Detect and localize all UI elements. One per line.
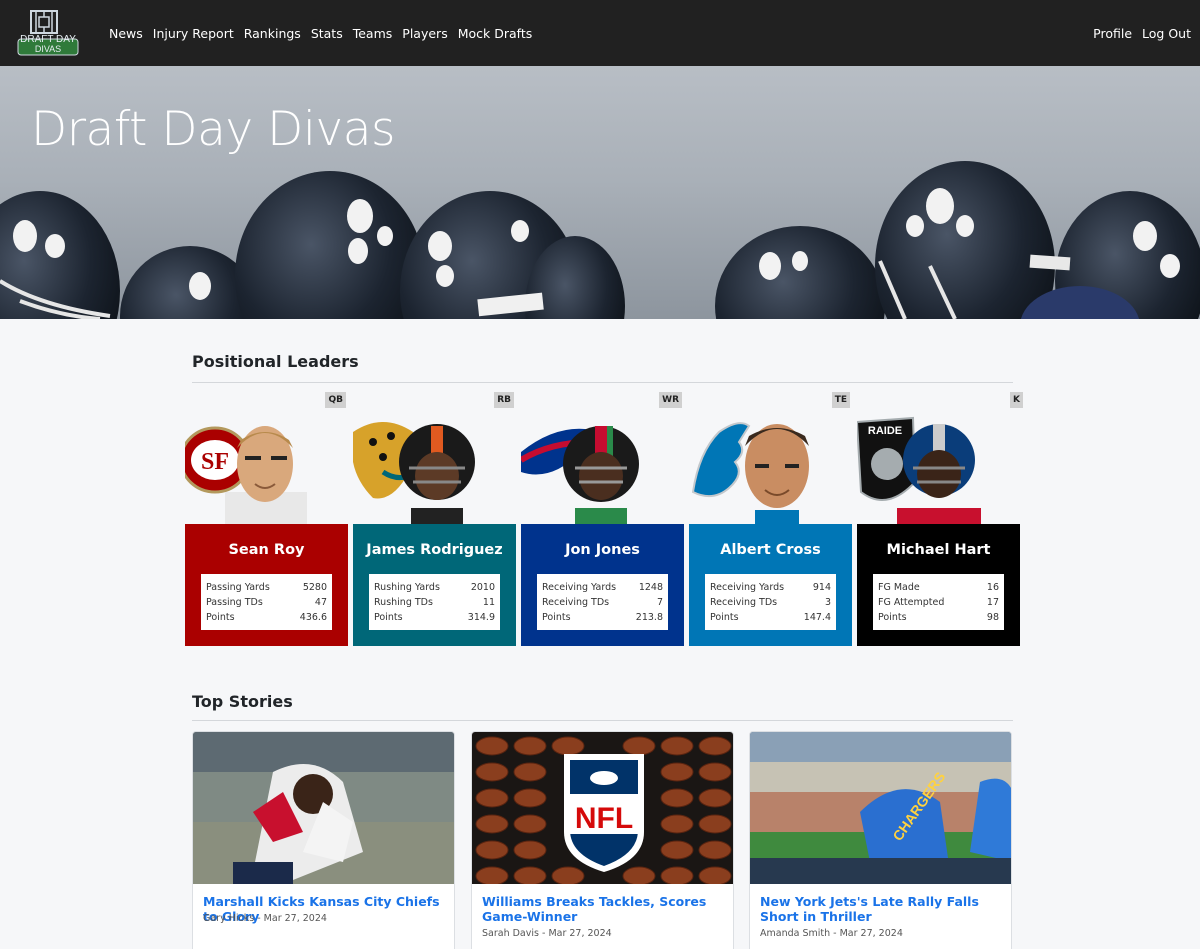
leader-stat-card: Michael Hart FG Made 16 FG Attempted 17 Po… bbox=[857, 524, 1020, 646]
hero-title: Draft Day Divas bbox=[31, 102, 396, 157]
stat-row: Passing TDs 47 bbox=[206, 597, 327, 608]
stat-row: Points 314.9 bbox=[374, 612, 495, 623]
player-name: Jon Jones bbox=[565, 542, 640, 558]
stat-row: Points 436.6 bbox=[206, 612, 327, 623]
section-divider bbox=[192, 382, 1013, 383]
story-title[interactable]: New York Jets's Late Rally Falls Short i… bbox=[760, 894, 1003, 924]
stat-row: Receiving TDs 7 bbox=[542, 597, 663, 608]
stat-table: FG Made 16 FG Attempted 17 Points 98 bbox=[873, 574, 1004, 630]
nav-link-players[interactable]: Players bbox=[402, 26, 447, 41]
stat-row: Rushing Yards 2010 bbox=[374, 582, 495, 593]
position-badge: WR bbox=[659, 392, 682, 408]
stat-row: Points 98 bbox=[878, 612, 999, 623]
nav-link-teams[interactable]: Teams bbox=[353, 26, 393, 41]
svg-text:RAIDE: RAIDE bbox=[868, 425, 902, 437]
positional-leaders-heading: Positional Leaders bbox=[192, 352, 359, 371]
logout-link[interactable]: Log Out bbox=[1142, 26, 1191, 41]
leader-card-qb[interactable]: QB SF Sean Roy Passing Yards 5280 Passing… bbox=[185, 392, 348, 646]
leader-card-te[interactable]: TE Albert Cross Receiving Yards 914 Recei… bbox=[689, 392, 852, 646]
stat-row: Points 147.4 bbox=[710, 612, 831, 623]
story-image-stadium: CHARGERS bbox=[750, 732, 1011, 884]
primary-nav: News Injury Report Rankings Stats Teams … bbox=[109, 0, 532, 66]
stat-table: Receiving Yards 914 Receiving TDs 3 Points… bbox=[705, 574, 836, 630]
nav-link-injury-report[interactable]: Injury Report bbox=[153, 26, 234, 41]
story-image-nfl-shield: NFL bbox=[472, 732, 733, 884]
story-card[interactable]: Marshall Kicks Kansas City Chiefs to Glo… bbox=[192, 731, 455, 949]
account-nav: Profile Log Out bbox=[1093, 0, 1191, 66]
story-meta: Amanda Smith - Mar 27, 2024 bbox=[760, 928, 903, 939]
navbar: DRAFT DAY DIVAS News Injury Report Ranki… bbox=[0, 0, 1200, 66]
position-badge: RB bbox=[494, 392, 514, 408]
stat-row: Passing Yards 5280 bbox=[206, 582, 327, 593]
nav-link-mock-drafts[interactable]: Mock Drafts bbox=[458, 26, 533, 41]
bills-logo-icon bbox=[521, 426, 639, 524]
story-title[interactable]: Williams Breaks Tackles, Scores Game-Win… bbox=[482, 894, 725, 924]
stat-row: Points 213.8 bbox=[542, 612, 663, 623]
stat-row: Receiving TDs 3 bbox=[710, 597, 831, 608]
jaguars-logo-icon bbox=[353, 422, 475, 524]
top-stories-heading: Top Stories bbox=[192, 692, 293, 711]
stat-row: Receiving Yards 1248 bbox=[542, 582, 663, 593]
player-name: Albert Cross bbox=[720, 542, 821, 558]
leader-card-rb[interactable]: RB James Rodriguez Rushing Yards 2010 Rus… bbox=[353, 392, 516, 646]
story-image-player-kneeling bbox=[193, 732, 454, 884]
svg-text:SF: SF bbox=[201, 449, 229, 475]
stat-row: FG Attempted 17 bbox=[878, 597, 999, 608]
leader-card-wr[interactable]: WR Jon Jones Receiving Yards 1248 Receivi… bbox=[521, 392, 684, 646]
leader-stat-card: Albert Cross Receiving Yards 914 Receivin… bbox=[689, 524, 852, 646]
story-card[interactable]: NFL Williams Breaks Tackles, Scores Game… bbox=[471, 731, 734, 949]
site-logo[interactable]: DRAFT DAY DIVAS bbox=[12, 9, 84, 57]
player-name: James Rodriguez bbox=[366, 542, 503, 558]
nav-link-news[interactable]: News bbox=[109, 26, 143, 41]
section-divider bbox=[192, 720, 1013, 721]
stat-row: Receiving Yards 914 bbox=[710, 582, 831, 593]
leader-card-k[interactable]: K RAIDE Michael Hart FG Made 16 FG Attemp… bbox=[857, 392, 1023, 646]
stat-table: Receiving Yards 1248 Receiving TDs 7 Point… bbox=[537, 574, 668, 630]
position-badge: QB bbox=[325, 392, 346, 408]
story-meta: Sarah Davis - Mar 27, 2024 bbox=[482, 928, 612, 939]
leader-stat-card: James Rodriguez Rushing Yards 2010 Rushin… bbox=[353, 524, 516, 646]
stat-row: Rushing TDs 11 bbox=[374, 597, 495, 608]
leader-stat-card: Sean Roy Passing Yards 5280 Passing TDs 47… bbox=[185, 524, 348, 646]
player-name: Sean Roy bbox=[228, 542, 305, 558]
player-name: Michael Hart bbox=[886, 542, 991, 558]
stat-row: FG Made 16 bbox=[878, 582, 999, 593]
stat-table: Rushing Yards 2010 Rushing TDs 11 Points 31… bbox=[369, 574, 500, 630]
raiders-logo-icon: RAIDE bbox=[857, 416, 981, 524]
position-badge: TE bbox=[831, 392, 850, 408]
lions-logo-icon bbox=[691, 422, 809, 524]
nav-link-stats[interactable]: Stats bbox=[311, 26, 343, 41]
svg-text:NFL: NFL bbox=[575, 802, 633, 835]
leader-stat-card: Jon Jones Receiving Yards 1248 Receiving … bbox=[521, 524, 684, 646]
svg-text:DIVAS: DIVAS bbox=[35, 44, 61, 54]
hero-banner: Draft Day Divas bbox=[0, 66, 1200, 319]
nav-link-rankings[interactable]: Rankings bbox=[244, 26, 301, 41]
leaders-row: QB SF Sean Roy Passing Yards 5280 Passing… bbox=[185, 392, 1023, 646]
49ers-logo-icon: SF bbox=[185, 426, 307, 524]
story-meta: Gary Hicks - Mar 27, 2024 bbox=[203, 913, 327, 924]
stat-table: Passing Yards 5280 Passing TDs 47 Points 43… bbox=[201, 574, 332, 630]
story-card[interactable]: CHARGERS New York Jets's Late Rally Fall… bbox=[749, 731, 1012, 949]
position-badge: K bbox=[1010, 392, 1023, 408]
profile-link[interactable]: Profile bbox=[1093, 26, 1132, 41]
